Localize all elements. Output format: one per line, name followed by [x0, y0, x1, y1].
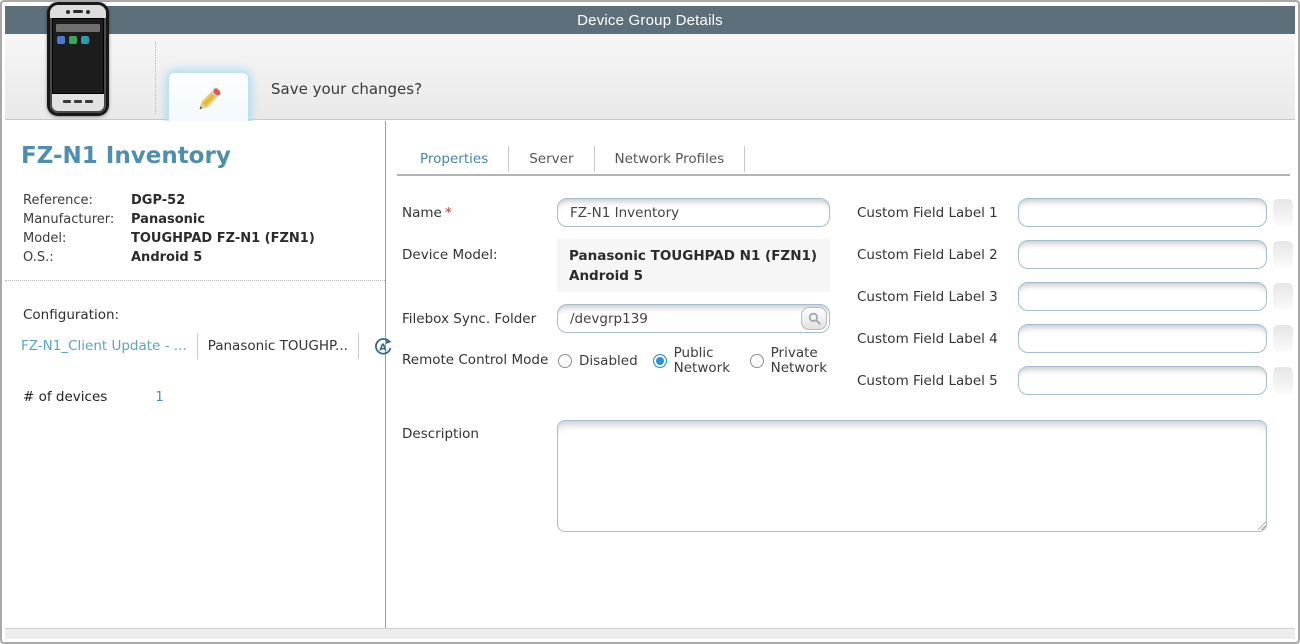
summary-row-reference: Reference:DGP-52 [23, 193, 373, 208]
toolbar-divider [155, 42, 156, 114]
tab-network-profiles[interactable]: Network Profiles [595, 151, 745, 167]
configuration-divider-2 [358, 333, 359, 359]
summary-separator [5, 280, 385, 281]
custom-field-1-input[interactable] [1018, 198, 1267, 227]
device-model-value: Panasonic TOUGHPAD N1 (FZN1) Android 5 [557, 239, 830, 292]
footer-strip [5, 628, 1295, 639]
custom-field-4-input[interactable] [1018, 324, 1267, 353]
summary-row-model: Model:TOUGHPAD FZ-N1 (FZN1) [23, 231, 373, 246]
configuration-model: Panasonic TOUGHP... [208, 338, 348, 354]
svg-text:A: A [379, 342, 387, 353]
filebox-browse-button[interactable] [801, 307, 827, 330]
devices-label: # of devices [23, 389, 107, 405]
custom-field-2-label: Custom Field Label 2 [857, 247, 998, 263]
remote-control-mode-label: Remote Control Mode [402, 352, 548, 368]
tab-properties[interactable]: Properties [400, 151, 508, 167]
configuration-row: FZ-N1_Client Update - ... Panasonic TOUG… [21, 333, 394, 359]
custom-field-1-label: Custom Field Label 1 [857, 205, 998, 221]
summary-row-os: O.S.:Android 5 [23, 250, 373, 265]
custom-field-5-input[interactable] [1018, 366, 1267, 395]
filebox-input[interactable] [557, 304, 830, 333]
panel-divider [385, 121, 386, 628]
pencil-icon [192, 82, 226, 120]
page-title: Device Group Details [577, 12, 723, 29]
device-photo [47, 2, 109, 116]
configuration-divider [197, 333, 198, 359]
toolbar: Edit Save your changes? ✔ Confirm ✕ Canc… [5, 34, 1295, 120]
tab-server[interactable]: Server [509, 151, 593, 167]
remote-control-options: Disabled Public Network Private Network [558, 346, 829, 376]
device-buttons [50, 94, 106, 108]
tab-underline [397, 174, 1290, 176]
magnifier-icon [807, 311, 822, 326]
description-textarea[interactable] [557, 420, 1267, 532]
configuration-label: Configuration: [23, 307, 119, 323]
custom-field-4-label: Custom Field Label 4 [857, 331, 998, 347]
devices-row: # of devices 1 [23, 389, 164, 405]
device-earpiece [50, 5, 106, 18]
radio-private-network-label[interactable]: Private Network [771, 346, 829, 376]
configuration-link[interactable]: FZ-N1_Client Update - ... [21, 338, 187, 354]
custom-field-5-label: Custom Field Label 5 [857, 373, 998, 389]
radio-public-network[interactable] [653, 354, 667, 368]
custom-field-3-input[interactable] [1018, 282, 1267, 311]
radio-disabled[interactable] [558, 354, 572, 368]
window-titlebar: Device Group Details [5, 6, 1295, 34]
radio-disabled-label[interactable]: Disabled [579, 353, 638, 369]
device-model-label: Device Model: [402, 247, 498, 263]
content-area: FZ-N1 Inventory Reference:DGP-52 Manufac… [5, 121, 1295, 628]
tab-bar: Properties Server Network Profiles [400, 144, 745, 174]
device-app-icons [53, 36, 103, 44]
required-asterisk: * [445, 205, 452, 221]
name-input[interactable] [557, 198, 830, 227]
custom-field-2-input[interactable] [1018, 240, 1267, 269]
device-group-details-window: Device Group Details [0, 0, 1300, 644]
devices-count-link[interactable]: 1 [155, 389, 164, 405]
save-prompt: Save your changes? [271, 80, 422, 98]
filebox-label: Filebox Sync. Folder [402, 311, 536, 327]
description-label: Description [402, 426, 479, 442]
name-label: Name* [402, 205, 452, 221]
filebox-field [557, 304, 830, 334]
summary-row-manufacturer: Manufacturer:Panasonic [23, 212, 373, 227]
group-title: FZ-N1 Inventory [21, 143, 231, 169]
device-app-desktop-bar [56, 24, 100, 32]
custom-field-3-label: Custom Field Label 3 [857, 289, 998, 305]
auto-apply-a-icon[interactable]: A [373, 336, 394, 357]
radio-public-network-label[interactable]: Public Network [674, 346, 732, 376]
radio-private-network[interactable] [750, 354, 764, 368]
device-screen [52, 18, 104, 94]
